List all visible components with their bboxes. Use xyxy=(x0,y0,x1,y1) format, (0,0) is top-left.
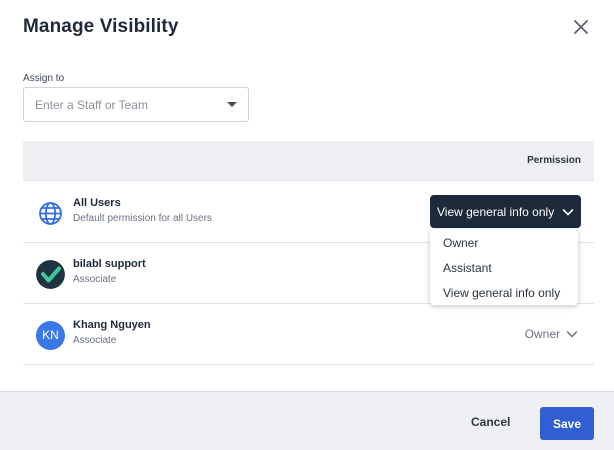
permission-select-khang-nguyen[interactable]: Owner xyxy=(525,325,578,343)
dropdown-option-view-general-info[interactable]: View general info only xyxy=(443,286,560,300)
row-name: All Users xyxy=(73,197,121,209)
permission-value: View general info only xyxy=(437,205,555,219)
cancel-button[interactable]: Cancel xyxy=(471,415,510,429)
permission-value: Owner xyxy=(524,327,560,341)
row-subtitle: Associate xyxy=(73,274,117,285)
manage-visibility-dialog: Manage Visibility Assign to Enter a Staf… xyxy=(0,0,614,450)
row-subtitle: Associate xyxy=(73,335,117,346)
close-icon xyxy=(574,20,588,34)
dropdown-option-owner[interactable]: Owner xyxy=(443,236,478,250)
close-button[interactable] xyxy=(570,16,592,38)
permission-select-all-users[interactable]: View general info only xyxy=(430,195,581,228)
assign-to-select[interactable]: Enter a Staff or Team xyxy=(23,87,249,122)
table-row-khang-nguyen: KN Khang Nguyen Associate Owner xyxy=(23,304,594,365)
row-subtitle: Default permission for all Users xyxy=(73,213,212,224)
globe-icon xyxy=(36,199,65,228)
dialog-footer: Cancel Save xyxy=(0,391,614,450)
permission-column-header: Permission xyxy=(527,155,581,166)
save-button[interactable]: Save xyxy=(540,407,594,440)
assign-to-placeholder: Enter a Staff or Team xyxy=(35,98,148,112)
chevron-down-icon xyxy=(562,209,574,216)
caret-down-icon xyxy=(227,102,237,107)
permission-dropdown-menu: Owner Assistant View general info only xyxy=(430,229,578,305)
row-name: Khang Nguyen xyxy=(73,319,151,331)
chevron-down-icon xyxy=(566,331,578,338)
bilabl-logo-icon xyxy=(36,260,65,289)
dropdown-option-assistant[interactable]: Assistant xyxy=(443,261,492,275)
table-header: Permission xyxy=(23,141,594,181)
avatar: KN xyxy=(36,321,65,350)
assign-to-label: Assign to xyxy=(23,73,65,84)
dialog-title: Manage Visibility xyxy=(23,16,179,37)
row-name: bilabl support xyxy=(73,258,146,270)
